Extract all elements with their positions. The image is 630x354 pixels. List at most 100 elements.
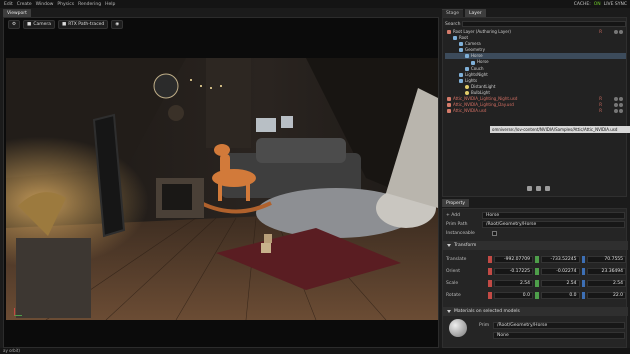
layer-icon: [447, 109, 451, 114]
camera-icon: ■: [27, 22, 32, 27]
settings-button[interactable]: ⚙: [8, 20, 21, 29]
z-axis-marker: [581, 255, 586, 263]
y-value-field[interactable]: 2.54: [540, 279, 580, 287]
layer-icon: [447, 97, 451, 102]
z-value-field[interactable]: 2.54: [587, 279, 627, 287]
camera-label: Camera: [33, 22, 51, 27]
z-axis-marker: [581, 279, 586, 287]
render-mode-label: RTX Path-traced: [68, 22, 105, 27]
x-axis-marker: [488, 255, 493, 263]
materials-section-header[interactable]: Materials on selected models: [443, 307, 628, 316]
menu-create[interactable]: Create: [17, 2, 32, 7]
tab-viewport[interactable]: Viewport: [3, 9, 31, 17]
prim-icon: [471, 60, 475, 65]
cache-label: CACHE:: [573, 1, 591, 7]
x-axis-marker: [488, 291, 493, 299]
material-prim-label: Prim: [479, 322, 490, 328]
render-mode-button[interactable]: ■ RTX Path-traced: [57, 20, 109, 29]
z-value-field[interactable]: 22.0: [587, 291, 627, 299]
light-icon: [465, 84, 469, 89]
tab-layer[interactable]: Layer: [465, 9, 486, 17]
transform-section-header[interactable]: Transform: [443, 241, 628, 250]
y-value-field[interactable]: -733.52245: [540, 255, 580, 263]
y-value-field[interactable]: -0.02274: [540, 267, 580, 275]
x-value-field[interactable]: 2.54: [494, 279, 533, 287]
tab-stage[interactable]: Stage: [442, 9, 464, 17]
visibility-button[interactable]: ◉: [111, 20, 124, 29]
viewport[interactable]: ⚙ ■ Camera ■ RTX Path-traced ◉: [3, 17, 439, 348]
stage-tabstrip: Stage Layer: [442, 9, 486, 17]
menu-rendering[interactable]: Rendering: [78, 2, 101, 7]
transform-row: Translate -992.07709 -733.52245 70.7555: [446, 255, 627, 263]
rendered-scene[interactable]: [6, 58, 438, 320]
cache-toggle[interactable]: ON: [594, 2, 601, 7]
z-value-field[interactable]: 23.36494: [587, 267, 627, 275]
visibility-icon[interactable]: [614, 103, 624, 108]
menu-physics[interactable]: Physics: [57, 2, 74, 7]
y-value-field[interactable]: 0.0: [540, 291, 580, 299]
transform-row: Scale 2.54 2.54 2.54: [446, 279, 627, 287]
y-axis-marker: [534, 267, 539, 275]
camera-button[interactable]: ■ Camera: [23, 20, 55, 29]
prim-icon: [465, 54, 469, 59]
insert-layer-icon[interactable]: [536, 186, 541, 191]
menu-bar: Edit Create Window Physics Rendering Hel…: [0, 0, 630, 8]
menu-help[interactable]: Help: [105, 2, 115, 7]
render-icon: ■: [61, 22, 67, 27]
name-field[interactable]: Horse: [482, 211, 625, 219]
collapse-icon: [447, 310, 451, 313]
visibility-icon[interactable]: [614, 30, 624, 35]
path-tooltip: omniverse://ov-content/NVIDIA/Samples/At…: [490, 126, 630, 133]
prim-path-field[interactable]: /Root/Geometry/Horse: [482, 220, 625, 228]
y-axis-marker: [534, 291, 539, 299]
tab-property[interactable]: Property: [442, 199, 470, 207]
instanceable-checkbox[interactable]: [492, 230, 497, 236]
search-label: Search: [445, 21, 461, 27]
transform-title: Transform: [454, 243, 477, 248]
live-sync-toggle[interactable]: LIVE SYNC: [604, 2, 627, 7]
transform-label: Rotate: [446, 292, 461, 298]
visibility-icon[interactable]: [614, 109, 624, 114]
y-axis-marker: [534, 279, 539, 287]
prim-icon: [459, 78, 463, 83]
collapse-icon: [447, 244, 451, 247]
x-value-field[interactable]: 0.0: [494, 291, 533, 299]
material-prim-field[interactable]: /Root/Geometry/Horse: [493, 321, 625, 329]
material-select[interactable]: None: [493, 331, 625, 339]
menu-window[interactable]: Window: [36, 2, 54, 7]
search-input[interactable]: [462, 21, 626, 27]
transform-label: Scale: [446, 280, 459, 286]
add-layer-icon[interactable]: [527, 186, 532, 191]
x-value-field[interactable]: -0.17225: [494, 267, 533, 275]
layer-icon: [447, 103, 451, 108]
status-bar: ay orbit): [0, 348, 630, 354]
transform-label: Translate: [446, 256, 467, 262]
z-value-field[interactable]: 70.7555: [587, 255, 627, 263]
add-label: Add: [451, 212, 460, 218]
tree-row[interactable]: Attic_NVIDIA.usd R: [445, 108, 626, 114]
instanceable-label: Instanceable: [446, 230, 475, 236]
layer-tools: [527, 186, 550, 191]
transform-row: Rotate 0.0 0.0 22.0: [446, 291, 627, 299]
menu-edit[interactable]: Edit: [4, 2, 13, 7]
add-button[interactable]: + Add: [446, 213, 482, 218]
visibility-icon[interactable]: [614, 97, 624, 102]
read-only-badge: R: [599, 108, 602, 114]
prim-path-label: Prim Path: [446, 221, 468, 227]
transform-row: Orient -0.17225 -0.02274 23.36494: [446, 267, 627, 275]
x-axis-marker: [488, 279, 493, 287]
plus-icon: +: [446, 212, 450, 218]
tree-row-label: Attic_NVIDIA.usd: [453, 108, 487, 114]
viewport-toolbar: ⚙ ■ Camera ■ RTX Path-traced ◉: [8, 20, 124, 29]
property-tabstrip: Property: [442, 199, 470, 207]
z-axis-marker: [581, 291, 586, 299]
layer-panel: Search Root Layer (Authoring Layer) R Root…: [442, 17, 627, 197]
light-icon: [465, 90, 469, 95]
x-value-field[interactable]: -992.07709: [494, 255, 533, 263]
search-bar: Search: [445, 21, 626, 27]
layer-icon: [447, 30, 451, 35]
z-axis-marker: [581, 267, 586, 275]
prim-icon: [453, 36, 457, 41]
x-axis-marker: [488, 267, 493, 275]
delete-icon[interactable]: [545, 186, 550, 191]
